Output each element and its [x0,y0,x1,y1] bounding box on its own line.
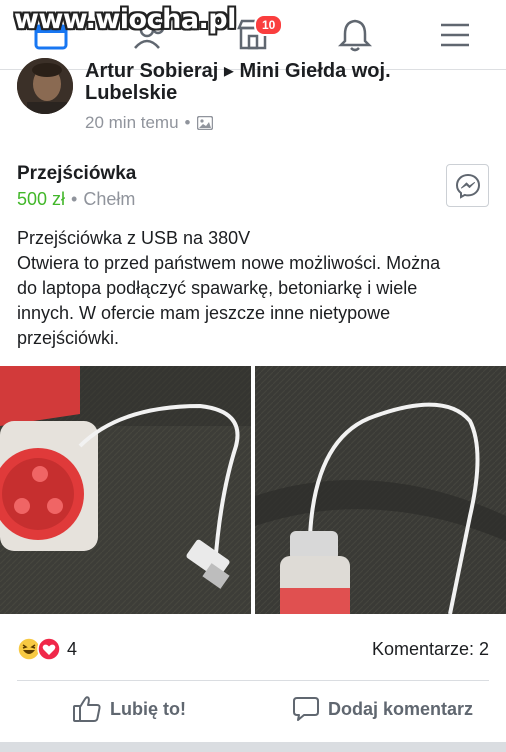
messenger-icon [455,173,480,199]
meta-dot: • [184,113,191,132]
post-time[interactable]: 20 min temu [85,113,179,133]
divider [17,680,489,681]
description-line: do laptopa podłączyć spawarkę, betoniark… [17,278,418,298]
description-line: Otwiera to przed państwem nowe możliwośc… [17,253,441,273]
post-author-and-group[interactable]: Artur Sobieraj ▸ Mini Giełda woj. [85,58,391,83]
love-reaction-icon [37,637,61,661]
post-meta: 20 min temu • [85,113,213,133]
listing-price-line: 500 zł • Chełm [17,189,135,210]
description-line: przejściówki. [17,328,120,348]
bell-icon[interactable] [334,14,376,56]
like-label: Lubię to! [110,698,186,719]
comment-icon [293,697,319,721]
group-name[interactable]: Lubelskie [85,82,177,105]
listing-photo-2[interactable] [255,366,506,614]
description-line: innych. W ofercie mam jeszcze inne niety… [17,303,391,323]
comment-label: Dodaj komentarz [328,698,474,719]
listing-price: 500 zł [17,189,66,209]
like-button[interactable]: Lubię to! [72,695,186,723]
listing-description: Przejściówka z USB na 380V Otwiera to pr… [17,226,497,351]
marketplace-notification-badge: 10 [254,14,284,36]
add-comment-button[interactable]: Dodaj komentarz [292,695,473,723]
description-line: Przejściówka z USB na 380V [17,228,251,248]
reactions-summary[interactable]: 4 [17,637,77,661]
listing-title: Przejściówka [17,163,137,184]
listing-photo-1[interactable] [0,366,251,614]
listing-location: Chełm [83,189,136,209]
author-avatar[interactable] [17,58,73,114]
reaction-count: 4 [67,638,78,659]
message-seller-button[interactable] [446,164,489,207]
watermark: www.wiocha.pl [14,4,236,35]
thumbs-up-icon [73,696,101,722]
menu-icon[interactable] [434,14,476,56]
bottom-separator [0,742,506,752]
comments-count[interactable]: Komentarze: 2 [372,639,489,660]
price-separator: • [71,189,78,209]
photo-audience-icon [196,116,213,130]
